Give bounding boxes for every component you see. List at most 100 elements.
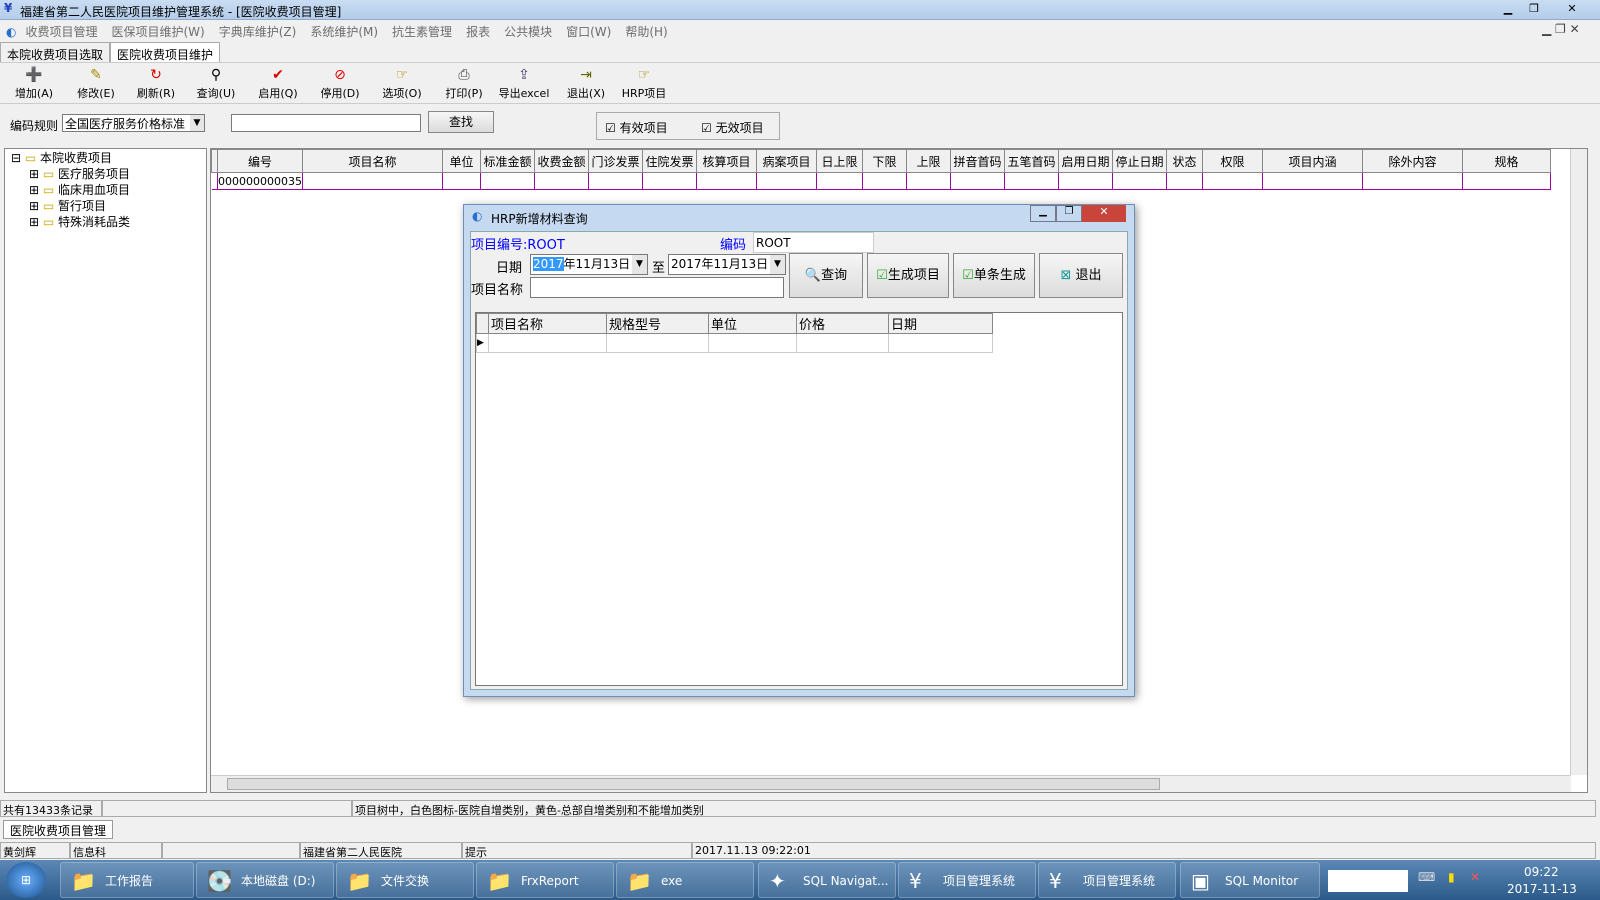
vertical-scrollbar[interactable] xyxy=(1570,149,1587,775)
table-cell[interactable] xyxy=(862,172,907,190)
column-header[interactable]: 日期 xyxy=(888,313,993,334)
column-header[interactable]: 权限 xyxy=(1201,149,1263,173)
taskbar-item[interactable]: 📁 文件交换 xyxy=(336,862,474,898)
scrollbar-thumb[interactable] xyxy=(227,778,1160,790)
table-cell[interactable] xyxy=(1112,172,1167,190)
mdi-minimize-button[interactable]: ▁ ❐ ✕ xyxy=(1542,22,1580,36)
toolbar-button[interactable]: ⚲ 查询(U) xyxy=(188,67,244,101)
start-button[interactable]: ⊞ xyxy=(6,862,46,898)
search-input[interactable] xyxy=(231,114,421,132)
toolbar-button[interactable]: ⎙ 打印(P) xyxy=(436,67,492,101)
toolbar-button[interactable]: ⇪ 导出excel xyxy=(496,67,552,101)
code-rule-select[interactable]: 全国医疗服务价格标准 ▼ xyxy=(62,114,205,132)
menu-item[interactable]: 字典库维护(Z) xyxy=(212,20,304,43)
tree-root[interactable]: ⊟ ▭ 本院收费项目 xyxy=(11,149,112,166)
column-header[interactable]: 项目名称 xyxy=(301,149,443,173)
tree-node[interactable]: ⊞ ▭ 临床用血项目 xyxy=(29,181,130,198)
keyboard-icon[interactable]: ⌨ xyxy=(1418,870,1435,884)
column-header[interactable]: 停止日期 xyxy=(1111,149,1167,173)
window-tab[interactable]: 医院收费项目管理 xyxy=(3,820,114,839)
table-cell[interactable] xyxy=(302,172,443,190)
toolbar-button[interactable]: ⊘ 停用(D) xyxy=(312,67,368,101)
taskbar-item[interactable]: 📁 FrxReport xyxy=(476,862,614,898)
code-input[interactable] xyxy=(753,232,874,253)
table-row[interactable]: 000000000035 xyxy=(211,172,1551,190)
dialog-maximize-button[interactable]: ❐ xyxy=(1056,205,1082,222)
column-header[interactable]: 规格 xyxy=(1461,149,1551,173)
taskbar-item[interactable]: ✦ SQL Navigat... xyxy=(758,862,896,898)
column-header[interactable]: 规格型号 xyxy=(606,313,709,334)
dialog-close-button[interactable]: ✕ xyxy=(1082,205,1126,222)
date-to-picker[interactable]: 2017年11月13日 ▼ xyxy=(668,254,786,275)
single-generate-button[interactable]: ☑单条生成 xyxy=(953,253,1035,298)
close-button[interactable]: ✕ xyxy=(1560,1,1584,17)
column-header[interactable]: 单位 xyxy=(708,313,797,334)
toolbar-button[interactable]: ⇥ 退出(X) xyxy=(558,67,614,101)
table-cell[interactable] xyxy=(796,333,889,353)
table-cell[interactable] xyxy=(1362,172,1463,190)
table-cell[interactable] xyxy=(480,172,535,190)
column-header[interactable]: 日上限 xyxy=(815,149,863,173)
column-header[interactable]: 核算项目 xyxy=(695,149,757,173)
horizontal-scrollbar[interactable] xyxy=(211,775,1571,792)
tray-input[interactable] xyxy=(1328,870,1408,892)
column-header[interactable]: 住院发票 xyxy=(641,149,697,173)
table-cell[interactable] xyxy=(588,172,643,190)
tree-node[interactable]: ⊞ ▭ 暂行项目 xyxy=(29,197,106,214)
table-cell[interactable] xyxy=(708,333,797,353)
column-header[interactable]: 病案项目 xyxy=(755,149,817,173)
table-cell[interactable] xyxy=(606,333,709,353)
minimize-button[interactable]: ▁ xyxy=(1496,1,1520,17)
taskbar-item[interactable]: ¥ 项目管理系统 xyxy=(898,862,1036,898)
column-header[interactable]: 项目名称 xyxy=(488,313,607,334)
tree-node[interactable]: ⊞ ▭ 特殊消耗品类 xyxy=(29,213,130,230)
clock-time[interactable]: 09:22 xyxy=(1524,865,1559,879)
column-header[interactable]: 收费金额 xyxy=(533,149,589,173)
menu-item[interactable]: 窗口(W) xyxy=(559,20,618,43)
column-header[interactable]: 单位 xyxy=(441,149,481,173)
taskbar-item[interactable]: 📁 工作报告 xyxy=(60,862,194,898)
exit-button[interactable]: ⊠ 退出 xyxy=(1039,253,1123,298)
toolbar-button[interactable]: ✎ 修改(E) xyxy=(68,67,124,101)
table-cell[interactable] xyxy=(696,172,757,190)
table-cell[interactable] xyxy=(1166,172,1203,190)
table-cell[interactable] xyxy=(906,172,951,190)
column-header[interactable]: 五笔首码 xyxy=(1003,149,1059,173)
column-header[interactable]: 除外内容 xyxy=(1361,149,1463,173)
column-header[interactable]: 编号 xyxy=(217,149,303,173)
column-header[interactable]: 启用日期 xyxy=(1057,149,1113,173)
column-header[interactable]: 门诊发票 xyxy=(587,149,643,173)
column-header[interactable]: 上限 xyxy=(905,149,951,173)
volume-muted-icon[interactable]: ✕ xyxy=(1470,870,1480,884)
table-cell[interactable] xyxy=(1262,172,1363,190)
column-header[interactable]: 下限 xyxy=(861,149,907,173)
table-cell[interactable] xyxy=(442,172,481,190)
table-cell[interactable] xyxy=(488,333,607,353)
valid-checkbox[interactable]: ☑ 有效项目 xyxy=(605,119,668,136)
tree-node[interactable]: ⊞ ▭ 医疗服务项目 xyxy=(29,165,130,182)
table-cell[interactable] xyxy=(1202,172,1263,190)
network-icon[interactable]: ▮ xyxy=(1448,870,1455,884)
taskbar-item[interactable]: 📁 exe xyxy=(616,862,754,898)
column-header[interactable]: 拼音首码 xyxy=(949,149,1005,173)
table-cell[interactable] xyxy=(756,172,817,190)
table-cell[interactable]: 000000000035 xyxy=(217,172,303,190)
clock-date[interactable]: 2017-11-13 xyxy=(1507,882,1577,896)
toolbar-button[interactable]: ☞ HRP项目 xyxy=(616,67,672,101)
table-row[interactable]: ▶ xyxy=(476,333,993,353)
menu-item[interactable]: 收费项目管理 xyxy=(18,20,104,43)
maximize-button[interactable]: ❐ xyxy=(1522,1,1546,17)
table-cell[interactable] xyxy=(1462,172,1551,190)
taskbar-item[interactable]: ¥ 项目管理系统 xyxy=(1038,862,1176,898)
column-header[interactable]: 价格 xyxy=(796,313,889,334)
column-header[interactable]: 状态 xyxy=(1165,149,1203,173)
table-cell[interactable] xyxy=(534,172,589,190)
dialog-minimize-button[interactable]: ▁ xyxy=(1030,205,1056,222)
generate-button[interactable]: ☑生成项目 xyxy=(867,253,949,298)
table-cell[interactable] xyxy=(950,172,1005,190)
toolbar-button[interactable]: ➕ 增加(A) xyxy=(6,67,62,101)
date-from-picker[interactable]: 2017年11月13日 ▼ xyxy=(530,254,648,275)
table-cell[interactable] xyxy=(816,172,863,190)
menu-item[interactable]: 抗生素管理 xyxy=(385,20,459,43)
table-cell[interactable] xyxy=(1058,172,1113,190)
